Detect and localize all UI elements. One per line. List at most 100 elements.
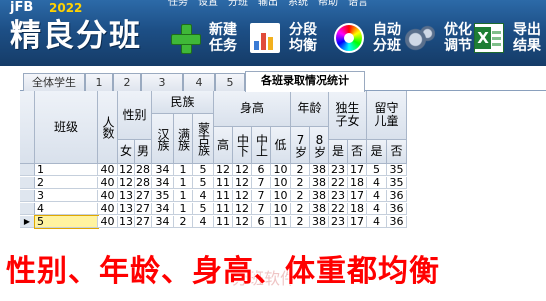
table-cell[interactable]: 36 — [387, 216, 407, 228]
table-cell[interactable]: 23 — [329, 216, 348, 228]
table-cell[interactable]: 22 — [329, 203, 348, 215]
table-cell[interactable]: 12 — [118, 164, 135, 176]
table-cell[interactable]: 4 — [367, 177, 387, 189]
table-cell[interactable]: 17 — [348, 216, 367, 228]
row-header[interactable] — [20, 164, 35, 176]
table-cell[interactable]: 7 — [252, 203, 271, 215]
row-header[interactable]: ▶ — [20, 216, 35, 228]
table-cell[interactable]: 35 — [387, 164, 407, 176]
table-cell[interactable]: 17 — [348, 164, 367, 176]
table-cell[interactable]: 27 — [135, 203, 152, 215]
table-cell[interactable]: 23 — [329, 164, 348, 176]
table-cell[interactable]: 27 — [135, 190, 152, 202]
col-header-left-behind-yes[interactable]: 是 — [367, 140, 387, 164]
row-header[interactable] — [20, 177, 35, 189]
table-cell[interactable]: 18 — [348, 203, 367, 215]
col-header-left-behind-no[interactable]: 否 — [387, 140, 407, 164]
table-cell[interactable]: 11 — [214, 216, 233, 228]
table-cell[interactable]: 22 — [329, 177, 348, 189]
table-cell[interactable]: 28 — [135, 177, 152, 189]
table-cell[interactable]: 11 — [214, 203, 233, 215]
table-cell[interactable]: 2 — [291, 216, 310, 228]
cell-class-name[interactable]: 5 — [34, 215, 99, 229]
table-cell[interactable]: 13 — [118, 203, 135, 215]
menu-item-task[interactable]: 任务 — [168, 0, 188, 9]
tab-all-students[interactable]: 全体学生 — [23, 73, 85, 91]
table-cell[interactable]: 34 — [152, 164, 174, 176]
menu-item-grouping[interactable]: 分班 — [228, 0, 248, 9]
table-cell[interactable]: 2 — [291, 203, 310, 215]
table-cell[interactable]: 13 — [118, 190, 135, 202]
table-cell[interactable]: 36 — [387, 203, 407, 215]
table-cell[interactable]: 1 — [174, 203, 193, 215]
table-cell[interactable]: 38 — [310, 203, 329, 215]
table-cell[interactable]: 4 — [367, 190, 387, 202]
table-cell[interactable]: 12 — [233, 177, 252, 189]
table-cell[interactable]: 4 — [193, 190, 214, 202]
table-cell[interactable]: 12 — [233, 203, 252, 215]
optimize-button[interactable]: 优化调节 — [405, 18, 478, 58]
table-cell[interactable]: 40 — [98, 216, 118, 228]
col-header-only-child-yes[interactable]: 是 — [329, 140, 348, 164]
table-cell[interactable]: 28 — [135, 164, 152, 176]
table-cell[interactable]: 6 — [252, 164, 271, 176]
table-cell[interactable]: 34 — [152, 177, 174, 189]
table-cell[interactable]: 12 — [214, 164, 233, 176]
col-header-man[interactable]: 满族 — [174, 114, 193, 164]
table-cell[interactable]: 10 — [271, 164, 291, 176]
table-cell[interactable]: 10 — [271, 177, 291, 189]
col-header-count[interactable]: 人数 — [98, 91, 118, 164]
col-header-mongol[interactable]: 蒙古族 — [193, 114, 214, 164]
cell-class-name[interactable]: 3 — [35, 190, 98, 202]
tab-class-1[interactable]: 1 — [85, 73, 113, 91]
cell-class-name[interactable]: 4 — [35, 203, 98, 215]
col-header-height-midhigh[interactable]: 中上 — [252, 127, 271, 164]
col-header-height-midlow[interactable]: 中下 — [233, 127, 252, 164]
export-button[interactable]: 导出结果 — [474, 18, 546, 58]
table-cell[interactable]: 1 — [174, 190, 193, 202]
table-cell[interactable]: 4 — [367, 203, 387, 215]
tab-class-2[interactable]: 2 — [113, 73, 141, 91]
col-header-age-8[interactable]: 8岁 — [310, 127, 329, 164]
table-cell[interactable]: 2 — [291, 190, 310, 202]
table-cell[interactable]: 27 — [135, 216, 152, 228]
segment-balance-button[interactable]: 分段均衡 — [250, 18, 323, 58]
table-cell[interactable]: 10 — [271, 190, 291, 202]
tab-class-statistics[interactable]: 各班录取情况统计 — [245, 71, 365, 92]
table-cell[interactable]: 40 — [98, 203, 118, 215]
col-header-age-7[interactable]: 7岁 — [291, 127, 310, 164]
table-cell[interactable]: 40 — [98, 190, 118, 202]
table-cell[interactable]: 7 — [252, 190, 271, 202]
col-header-class[interactable]: 班级 — [35, 91, 98, 164]
table-cell[interactable]: 2 — [174, 216, 193, 228]
table-cell[interactable]: 6 — [252, 216, 271, 228]
row-header[interactable] — [20, 190, 35, 202]
menu-item-help[interactable]: 帮助 — [318, 0, 338, 9]
col-header-height-low[interactable]: 低 — [271, 127, 291, 164]
table-cell[interactable]: 12 — [233, 190, 252, 202]
table-cell[interactable]: 5 — [367, 164, 387, 176]
table-cell[interactable]: 4 — [367, 216, 387, 228]
table-cell[interactable]: 5 — [193, 203, 214, 215]
col-header-height-high[interactable]: 高 — [214, 127, 233, 164]
table-cell[interactable]: 38 — [310, 216, 329, 228]
table-cell[interactable]: 34 — [152, 216, 174, 228]
table-cell[interactable]: 1 — [174, 164, 193, 176]
table-cell[interactable]: 12 — [233, 216, 252, 228]
table-cell[interactable]: 38 — [310, 177, 329, 189]
tab-class-5[interactable]: 5 — [215, 73, 245, 91]
table-cell[interactable]: 23 — [329, 190, 348, 202]
col-header-female[interactable]: 女 — [118, 140, 135, 164]
table-cell[interactable]: 5 — [193, 177, 214, 189]
tab-class-4[interactable]: 4 — [183, 73, 215, 91]
cell-class-name[interactable]: 2 — [35, 177, 98, 189]
row-header[interactable] — [20, 203, 35, 215]
table-cell[interactable]: 17 — [348, 190, 367, 202]
table-cell[interactable]: 10 — [271, 203, 291, 215]
table-cell[interactable]: 2 — [291, 164, 310, 176]
table-cell[interactable]: 12 — [233, 164, 252, 176]
tab-class-3[interactable]: 3 — [141, 73, 183, 91]
menu-item-language[interactable]: 语言 — [348, 0, 368, 9]
col-header-han[interactable]: 汉族 — [152, 114, 174, 164]
col-header-only-child-no[interactable]: 否 — [348, 140, 367, 164]
